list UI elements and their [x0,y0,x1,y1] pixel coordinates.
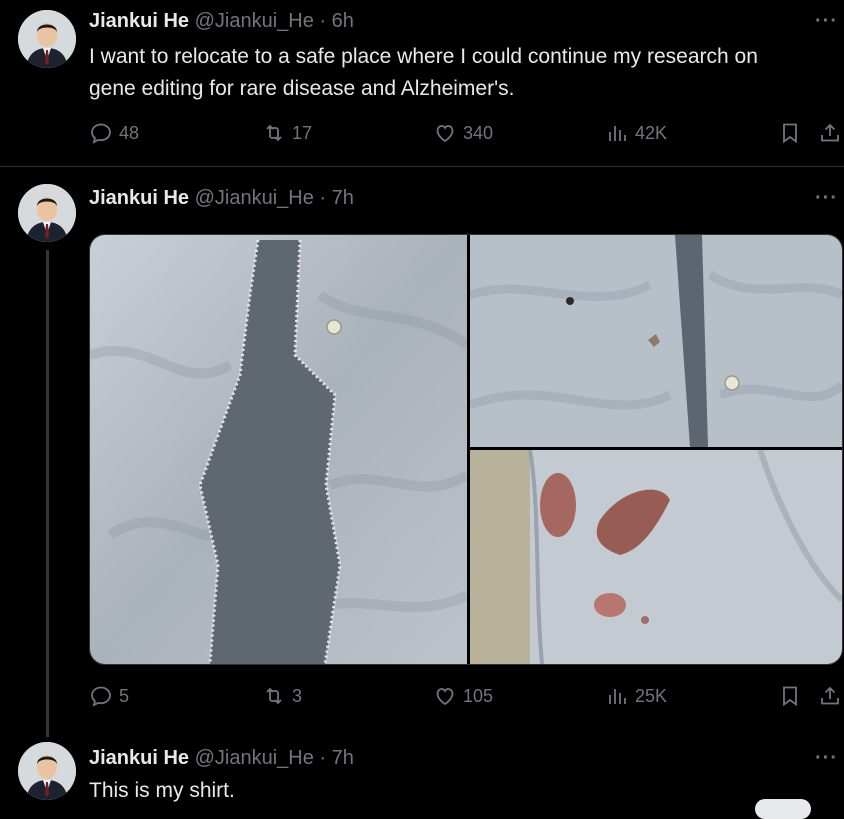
views-count: 25K [635,685,668,706]
media-grid [89,234,843,665]
avatar-photo [18,742,76,800]
retweet-count: 17 [292,122,313,143]
reply-button[interactable]: 5 [89,680,129,712]
author-name[interactable]: Jiankui He [89,747,189,769]
tweet-2[interactable]: Jiankui He @Jiankui_He · 7h ··· 5 3 105 … [0,167,844,737]
thread-connector [46,250,49,737]
views-button[interactable]: 42K [605,117,667,149]
tweet-text-line: gene editing for rare disease and Alzhei… [89,77,515,100]
tweet-actions: 48 17 340 42K [0,117,844,149]
bookmark-button[interactable] [778,117,802,149]
avatar[interactable] [18,184,76,242]
author-name[interactable]: Jiankui He [89,187,189,209]
views-count: 42K [635,122,668,143]
more-dots-icon[interactable]: ··· [815,10,838,33]
avatar-photo [18,10,76,68]
like-button[interactable]: 105 [433,680,493,712]
retweet-icon [266,687,282,705]
share-button[interactable] [818,680,842,712]
tweet-time[interactable]: · 6h [319,10,353,32]
shirt-buttons-photo [470,235,842,447]
like-count: 340 [463,122,494,143]
tweet-time[interactable]: · 7h [319,747,353,769]
heart-icon [436,125,454,143]
tweet-time[interactable]: · 7h [319,187,353,209]
tweet-text: This is my shirt. [89,775,235,807]
author-name[interactable]: Jiankui He [89,10,189,32]
tweet-3[interactable]: Jiankui He @Jiankui_He · 7h ··· This is … [0,737,844,819]
tweet-text-line: I want to relocate to a safe place where… [89,45,758,68]
retweet-button[interactable]: 3 [262,680,302,712]
like-button[interactable]: 340 [433,117,493,149]
retweet-icon [266,124,282,142]
reply-count: 5 [119,685,130,706]
reply-icon [91,686,111,707]
tweet-text-line: This is my shirt. [89,779,235,802]
tweet-1[interactable]: Jiankui He @Jiankui_He · 6h ··· I want t… [0,0,844,166]
bloodstain-photo [470,450,842,664]
author-handle[interactable]: @Jiankui_He [195,187,314,209]
avatar-photo [18,184,76,242]
author-handle[interactable]: @Jiankui_He [195,10,314,32]
media-image-bloodstain[interactable] [470,450,842,664]
more-dots-icon[interactable]: ··· [815,187,838,210]
avatar[interactable] [18,742,76,800]
bookmark-icon [783,686,797,707]
retweet-count: 3 [292,685,303,706]
share-button[interactable] [818,117,842,149]
media-image-shirt-buttons[interactable] [470,235,842,447]
retweet-button[interactable]: 17 [262,117,312,149]
reply-icon [91,123,111,144]
bookmark-button[interactable] [778,680,802,712]
like-count: 105 [463,685,494,706]
more-dots-icon[interactable]: ··· [815,747,838,770]
bookmark-icon [783,123,797,144]
heart-icon [436,688,454,706]
share-icon [821,686,839,705]
floating-pill[interactable] [755,799,811,819]
views-button[interactable]: 25K [605,680,667,712]
media-image-torn-shirt[interactable] [90,235,467,664]
views-chart-icon [609,689,626,704]
avatar[interactable] [18,10,76,68]
tweet-actions: 5 3 105 25K [0,680,844,712]
reply-count: 48 [119,122,140,143]
torn-shirt-photo [90,235,467,664]
tweet-text: I want to relocate to a safe place where… [89,41,758,105]
views-chart-icon [609,126,626,141]
reply-button[interactable]: 48 [89,117,139,149]
author-handle[interactable]: @Jiankui_He [195,747,314,769]
share-icon [821,123,839,142]
